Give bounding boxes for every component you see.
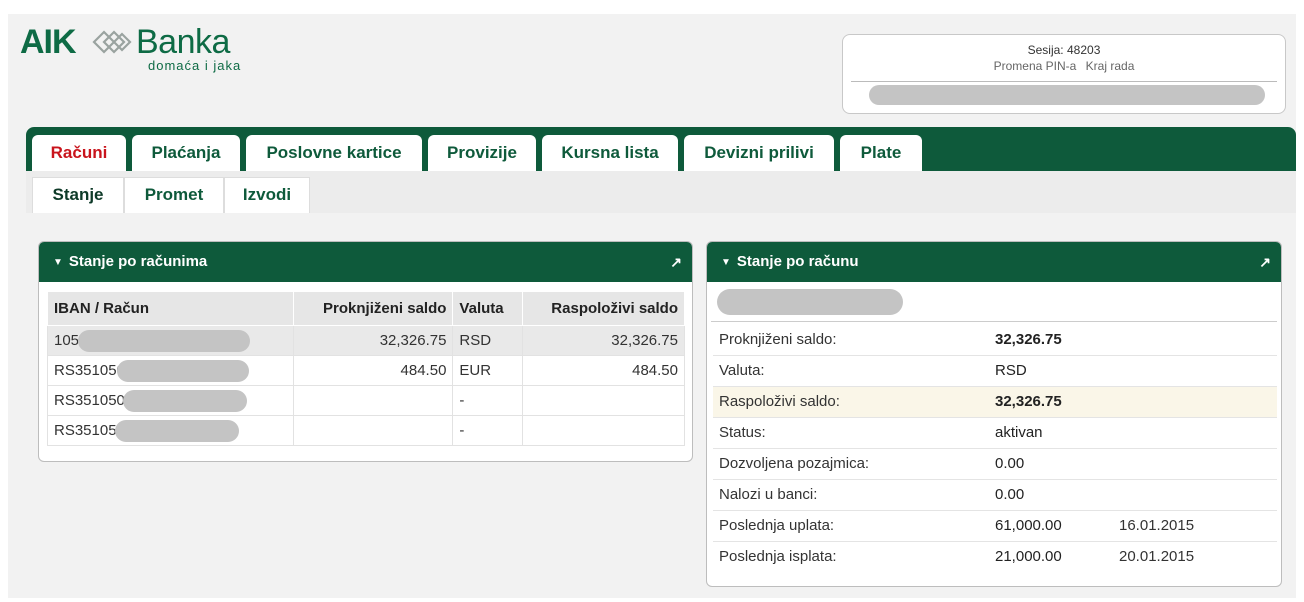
tab-placanja[interactable]: Plaćanja — [132, 135, 240, 171]
main-navigation: Računi Plaćanja Poslovne kartice Provizi… — [26, 127, 1296, 171]
available-balance-cell: 32,326.75 — [522, 325, 685, 356]
aik-banka-logo[interactable]: AIK Banka domaća i jaka — [20, 22, 280, 74]
currency-cell: - — [452, 385, 524, 416]
detail-row: Poslednja uplata: 61,000.00 16.01.2015 — [713, 511, 1277, 542]
account-cell[interactable]: RS351050 — [47, 355, 294, 386]
detail-divider — [711, 321, 1277, 322]
accounts-table: IBAN / Račun Proknjiženi saldo Valuta Ra… — [47, 291, 685, 446]
booked-balance-cell: 32,326.75 — [292, 325, 454, 356]
account-detail-panel-title: Stanje po računu — [736, 253, 859, 270]
expand-arrow-icon[interactable]: ↗ — [670, 242, 682, 282]
detail-label: Valuta: — [719, 362, 765, 379]
detail-value: 61,000.00 — [995, 517, 1062, 534]
accounts-panel-title: Stanje po računima — [68, 253, 208, 270]
account-number: RS3510505 — [54, 391, 134, 409]
detail-label: Poslednja isplata: — [719, 548, 837, 565]
detail-row: Nalozi u banci: 0.00 — [713, 480, 1277, 511]
subtab-izvodi[interactable]: Izvodi — [224, 177, 310, 213]
subtab-stanje[interactable]: Stanje — [32, 177, 124, 213]
logo-brand-right: Banka — [136, 23, 230, 61]
detail-label: Status: — [719, 424, 766, 441]
logo-tagline: domaća i jaka — [148, 58, 242, 73]
detail-row: Raspoloživi saldo: 32,326.75 — [713, 387, 1277, 418]
available-balance-cell — [522, 415, 685, 446]
detail-value: 21,000.00 — [995, 548, 1062, 565]
detail-label: Dozvoljena pozajmica: — [719, 455, 870, 472]
account-cell[interactable]: RS351050 — [47, 415, 294, 446]
account-cell[interactable]: RS3510505 — [47, 385, 294, 416]
session-links: Promena PIN-a Kraj rada — [843, 59, 1285, 73]
redacted-account — [78, 329, 251, 352]
change-pin-link[interactable]: Promena PIN-a — [994, 59, 1077, 73]
redacted-account — [123, 389, 248, 412]
logo-emblem-icon — [92, 30, 132, 54]
detail-row: Status: aktivan — [713, 418, 1277, 449]
detail-date: 20.01.2015 — [1119, 548, 1195, 565]
table-row[interactable]: RS351050 484.50 EUR 484.50 — [47, 355, 685, 386]
session-box: Sesija: 48203 Promena PIN-a Kraj rada — [842, 34, 1286, 114]
table-header-row: IBAN / Račun Proknjiženi saldo Valuta Ra… — [47, 291, 685, 326]
logout-link[interactable]: Kraj rada — [1086, 59, 1135, 73]
detail-label: Raspoloživi saldo: — [719, 393, 840, 410]
expand-arrow-icon[interactable]: ↗ — [1259, 242, 1271, 282]
redacted-account-number — [717, 289, 903, 315]
detail-label: Nalozi u banci: — [719, 486, 818, 503]
table-row[interactable]: RS3510505 - — [47, 385, 685, 416]
detail-value: 32,326.75 — [995, 331, 1062, 348]
table-row[interactable]: RS351050 - — [47, 415, 685, 446]
tab-poslovne-kartice[interactable]: Poslovne kartice — [246, 135, 422, 171]
tab-kursna-lista[interactable]: Kursna lista — [542, 135, 678, 171]
available-balance-cell — [522, 385, 685, 416]
currency-cell: RSD — [452, 325, 524, 356]
detail-row: Poslednja isplata: 21,000.00 20.01.2015 — [713, 542, 1277, 573]
accounts-panel-header[interactable]: ▼ Stanje po računima ↗ — [39, 242, 692, 282]
detail-value: 32,326.75 — [995, 393, 1062, 410]
tab-provizije[interactable]: Provizije — [428, 135, 536, 171]
detail-value: 0.00 — [995, 455, 1025, 472]
tab-devizni-prilivi[interactable]: Devizni prilivi — [684, 135, 834, 171]
available-balance-cell: 484.50 — [522, 355, 685, 386]
column-header-iban[interactable]: IBAN / Račun — [47, 291, 294, 326]
redacted-user-name — [869, 85, 1265, 105]
session-info: Sesija: 48203 — [843, 43, 1285, 57]
subtab-promet[interactable]: Promet — [124, 177, 224, 213]
column-header-available-balance[interactable]: Raspoloživi saldo — [522, 291, 685, 326]
detail-label: Poslednja uplata: — [719, 517, 835, 534]
session-id: 48203 — [1067, 43, 1101, 57]
tab-racuni[interactable]: Računi — [32, 135, 126, 171]
booked-balance-cell: 484.50 — [292, 355, 454, 386]
account-number: RS351050 — [54, 361, 125, 379]
redacted-account — [116, 359, 249, 382]
tab-plate[interactable]: Plate — [840, 135, 922, 171]
column-header-booked-balance[interactable]: Proknjiženi saldo — [292, 291, 454, 326]
sub-navigation: Stanje Promet Izvodi — [26, 171, 1296, 213]
currency-cell: EUR — [452, 355, 524, 386]
column-header-currency[interactable]: Valuta — [452, 291, 524, 326]
session-label: Sesija: — [1027, 43, 1064, 57]
logo-brand-left: AIK — [20, 23, 77, 61]
detail-row: Dozvoljena pozajmica: 0.00 — [713, 449, 1277, 480]
redacted-account — [114, 419, 239, 442]
accounts-panel: ▼ Stanje po računima ↗ IBAN / Račun Prokn… — [38, 241, 693, 462]
booked-balance-cell — [292, 415, 454, 446]
detail-value: 0.00 — [995, 486, 1025, 503]
detail-row: Valuta: RSD — [713, 356, 1277, 387]
booked-balance-cell — [292, 385, 454, 416]
detail-value: aktivan — [995, 424, 1043, 441]
session-divider — [851, 81, 1277, 82]
table-row[interactable]: 105( 32,326.75 RSD 32,326.75 — [47, 325, 685, 356]
collapse-triangle-icon[interactable]: ▼ — [53, 243, 63, 283]
detail-value: RSD — [995, 362, 1027, 379]
currency-cell: - — [452, 415, 524, 446]
account-cell[interactable]: 105( — [47, 325, 294, 356]
account-detail-panel: ▼ Stanje po računu ↗ Proknjiženi saldo: 3… — [706, 241, 1282, 587]
detail-label: Proknjiženi saldo: — [719, 331, 837, 348]
detail-row: Proknjiženi saldo: 32,326.75 — [713, 325, 1277, 356]
account-detail-panel-header[interactable]: ▼ Stanje po računu ↗ — [707, 242, 1281, 282]
collapse-triangle-icon[interactable]: ▼ — [721, 243, 731, 283]
detail-date: 16.01.2015 — [1119, 517, 1195, 534]
